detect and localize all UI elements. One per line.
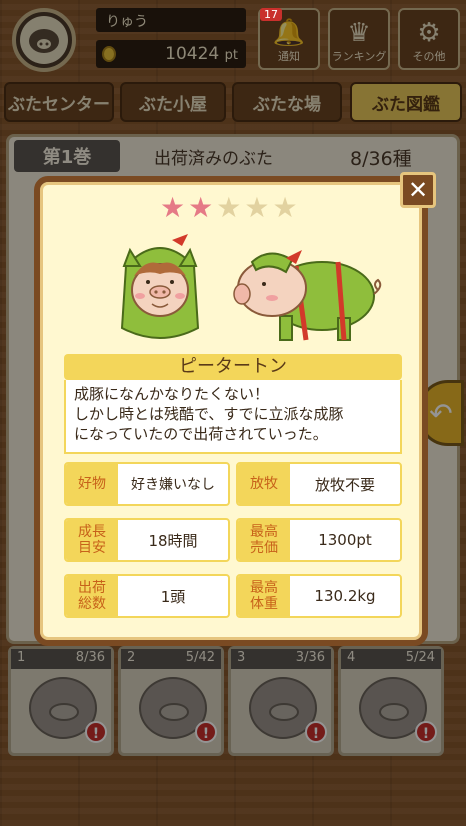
stat-growth-time: 成長目安 18時間 <box>64 518 230 562</box>
stat-total-shipped: 出荷総数 1頭 <box>64 574 230 618</box>
star-filled-icon: ★ <box>160 191 186 224</box>
stat-key-text: 最高体重 <box>250 580 278 612</box>
star-empty-icon: ★ <box>244 191 270 224</box>
star-empty-icon: ★ <box>272 191 298 224</box>
pig-name: ピータートン <box>64 354 402 380</box>
description-line: 成豚になんかなりたくない！ <box>74 385 270 403</box>
stat-key: 成長目安 <box>66 520 118 560</box>
notification-badge: 17 <box>260 8 282 21</box>
stat-max-weight: 最高体重 130.2kg <box>236 574 402 618</box>
stat-value: 放牧不要 <box>314 475 375 494</box>
description-line: しかし時とは残酷で、すでに立派な成豚 <box>74 405 344 423</box>
stat-favorite-food: 好物 好き嫌いなし <box>64 462 230 506</box>
stat-max-price: 最高売価 1300pt <box>236 518 402 562</box>
stat-key: 放牧 <box>238 464 290 504</box>
stat-key: 最高売価 <box>238 520 290 560</box>
stat-value: 130.2kg <box>314 587 376 605</box>
stat-value: 1300pt <box>318 531 372 549</box>
stat-key-text: 成長目安 <box>78 524 106 556</box>
rarity-stars: ★ ★ ★ ★ ★ <box>160 192 314 224</box>
stat-grazing: 放牧 放牧不要 <box>236 462 402 506</box>
stat-value: 好き嫌いなし <box>131 477 215 493</box>
star-empty-icon: ★ <box>216 191 242 224</box>
close-button[interactable]: ✕ <box>400 172 436 208</box>
close-icon: ✕ <box>407 176 429 204</box>
pig-side-illustration <box>233 250 382 341</box>
stat-value: 1頭 <box>160 587 186 606</box>
description-line: になっていたので出荷されていった。 <box>74 425 328 443</box>
stat-key-text: 出荷総数 <box>78 580 106 612</box>
pig-description: 成豚になんかなりたくない！ しかし時とは残酷で、すでに立派な成豚 になっていたの… <box>64 380 402 454</box>
pig-front-illustration <box>120 234 200 339</box>
stat-key-text: 最高売価 <box>250 524 278 556</box>
stat-key: 出荷総数 <box>66 576 118 616</box>
stat-key: 好物 <box>66 464 118 504</box>
stat-value: 18時間 <box>148 531 198 550</box>
stat-key: 最高体重 <box>238 576 290 616</box>
star-filled-icon: ★ <box>188 191 214 224</box>
